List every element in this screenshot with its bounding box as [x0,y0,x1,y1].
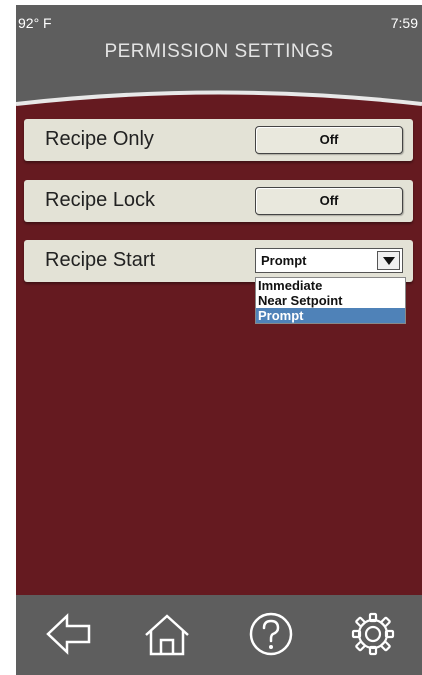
gear-icon [351,612,395,656]
bottom-nav-bar [16,595,422,675]
dropdown-option-immediate[interactable]: Immediate [256,278,405,293]
back-arrow-icon [46,613,91,655]
recipe-start-select[interactable]: Prompt [255,248,403,273]
header-background [16,5,422,106]
recipe-only-toggle-button[interactable]: Off [255,126,403,154]
back-button[interactable] [42,609,96,659]
setting-label-recipe-lock: Recipe Lock [45,189,156,211]
setting-label-recipe-only: Recipe Only [45,128,154,150]
dropdown-option-prompt[interactable]: Prompt [256,308,405,323]
help-button[interactable] [244,609,298,659]
setting-label-recipe-start: Recipe Start [45,249,156,271]
clock: 7:59 [390,15,418,31]
settings-button[interactable] [346,609,400,659]
chevron-down-icon [383,257,395,265]
setting-row-recipe-start: Recipe Start Prompt [24,240,413,282]
home-button[interactable] [140,609,194,659]
header: 92° F 7:59 PERMISSION SETTINGS [16,5,422,123]
setting-row-recipe-lock: Recipe Lock Off [24,180,413,222]
dropdown-arrow-button[interactable] [377,251,400,270]
device-screen: 92° F 7:59 PERMISSION SETTINGS Recipe On… [16,5,422,675]
setting-row-recipe-only: Recipe Only Off [24,119,413,161]
temperature-readout: 92° F [18,15,52,31]
recipe-start-select-value: Prompt [261,253,307,268]
recipe-lock-toggle-button[interactable]: Off [255,187,403,215]
home-icon [145,614,189,656]
recipe-start-dropdown-list: Immediate Near Setpoint Prompt [255,277,406,324]
help-icon [249,612,293,656]
dropdown-option-near-setpoint[interactable]: Near Setpoint [256,293,405,308]
page-title: PERMISSION SETTINGS [104,41,334,62]
